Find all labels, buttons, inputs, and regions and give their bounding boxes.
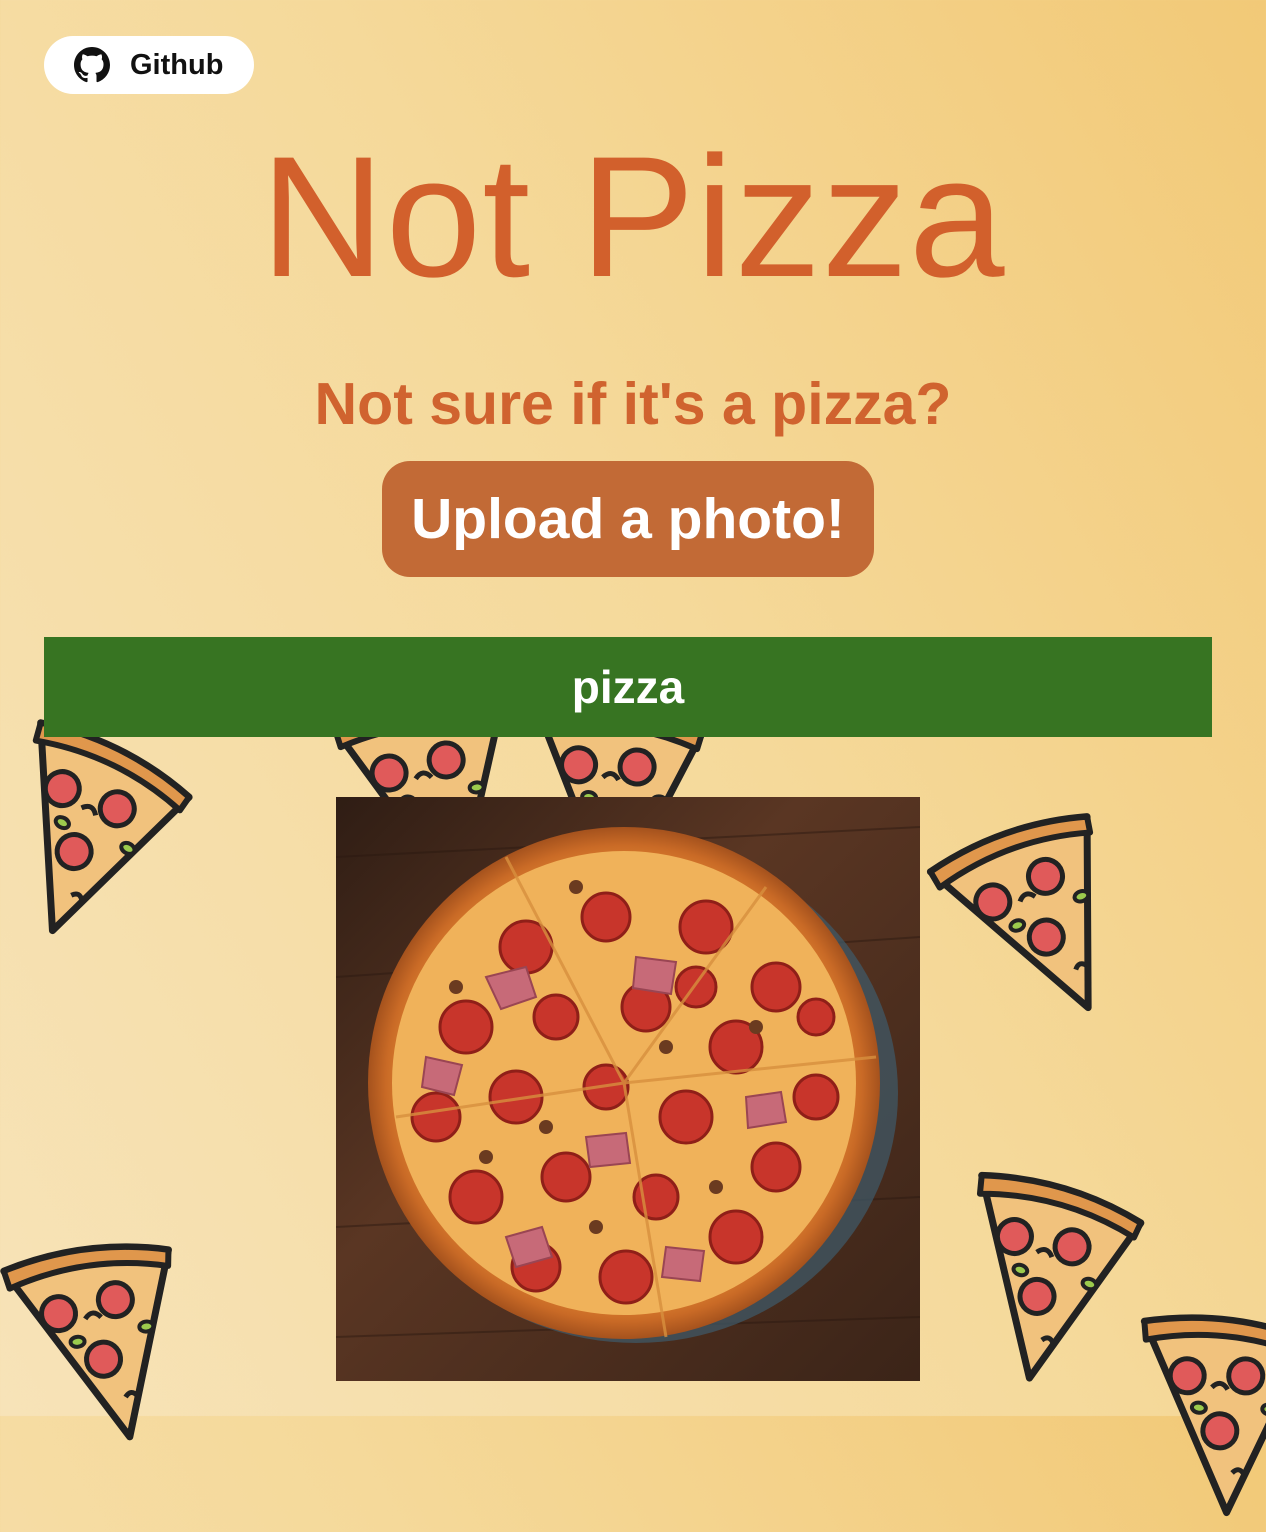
pizza-slice-decoration [912,1151,1158,1409]
upload-photo-button[interactable]: Upload a photo! [382,461,874,577]
result-label: pizza [571,661,685,713]
pizza-slice-decoration [0,698,208,973]
pizza-slice-decoration [0,1231,200,1460]
github-button[interactable]: Github [44,36,254,94]
pizza-slice-decoration [1106,1298,1266,1532]
page-title: Not Pizza [260,121,1006,313]
result-banner: pizza [44,637,1212,737]
pizza-slice-decoration [912,796,1158,1054]
github-label: Github [130,48,224,81]
uploaded-photo [336,797,920,1381]
github-icon [74,47,110,83]
page-subtitle: Not sure if it's a pizza? [314,371,952,437]
